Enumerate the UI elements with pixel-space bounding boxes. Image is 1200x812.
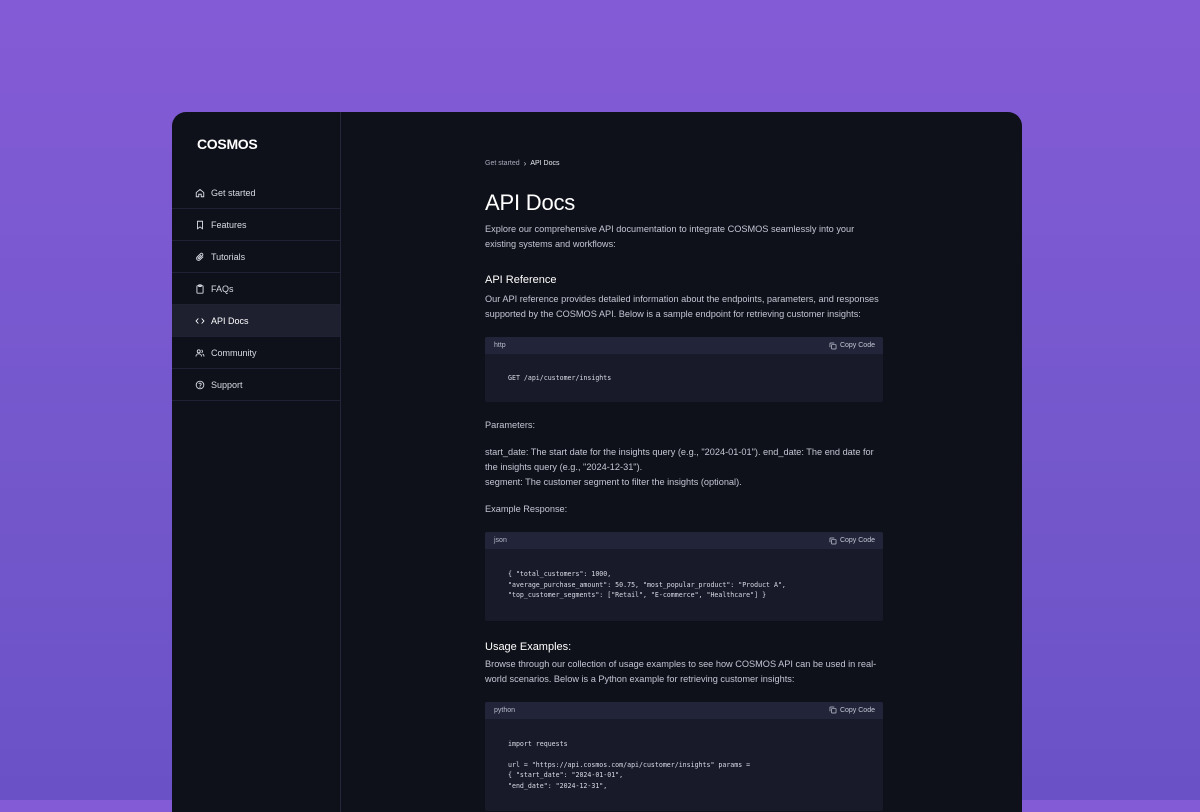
sidebar-item-tutorials[interactable]: Tutorials (172, 241, 340, 273)
code-block-header: http Copy Code (485, 337, 883, 354)
help-circle-icon (195, 380, 205, 390)
code-lang-label: python (494, 706, 516, 714)
breadcrumb-parent[interactable]: Get started (485, 160, 520, 167)
breadcrumb: Get started › API Docs (485, 159, 883, 168)
copy-code-label: Copy Code (839, 706, 875, 714)
copy-code-button[interactable]: Copy Code (829, 342, 875, 350)
code-body[interactable]: GET /api/customer/insights (485, 354, 883, 402)
sidebar-item-features[interactable]: Features (172, 209, 340, 241)
clipboard-icon (195, 283, 205, 294)
code-icon (195, 316, 205, 326)
copy-code-label: Copy Code (839, 537, 875, 544)
home-icon (195, 188, 205, 198)
sidebar-item-community[interactable]: Community (172, 337, 340, 369)
code-lang-label: json (494, 537, 507, 544)
copy-icon (829, 537, 837, 544)
sidebar-item-support[interactable]: Support (172, 369, 340, 401)
sidebar: COSMOS Get started Features Tutorials FA… (172, 112, 341, 812)
parameters-line-2: segment: The customer segment to filter … (485, 477, 742, 487)
sidebar-item-label: API Docs (211, 315, 249, 326)
breadcrumb-current: API Docs (530, 160, 560, 167)
parameters-line-1: start_date: The start date for the insig… (485, 447, 874, 472)
bookmark-icon (195, 220, 205, 230)
copy-code-button[interactable]: Copy Code (829, 537, 875, 545)
copy-code-label: Copy Code (839, 342, 875, 349)
chevron-right-icon: › (523, 159, 527, 168)
sidebar-item-label: Get started (211, 187, 256, 198)
code-block-header: json Copy Code (485, 532, 883, 549)
parameters-label: Parameters: (485, 420, 536, 430)
code-block-json: json Copy Code { "total_customers": 1000… (485, 532, 883, 621)
sidebar-item-api-docs[interactable]: API Docs (172, 305, 340, 337)
sidebar-item-label: Community (211, 347, 257, 358)
code-body[interactable]: { "total_customers": 1000, "average_purc… (485, 549, 883, 621)
code-lang-label: http (494, 342, 506, 349)
sidebar-item-label: Features (211, 219, 247, 230)
api-reference-text: Our API reference provides detailed info… (485, 294, 879, 319)
sidebar-item-faqs[interactable]: FAQs (172, 273, 340, 305)
usage-examples-text: Browse through our collection of usage e… (485, 658, 877, 684)
usage-examples-heading: Usage Examples: (485, 640, 572, 653)
doc-content: Get started › API Docs API Docs Explore … (485, 159, 883, 811)
sidebar-item-label: Support (211, 379, 243, 390)
code-block-python: python Copy Code import requests url = "… (485, 701, 883, 812)
sidebar-item-label: FAQs (211, 283, 234, 294)
copy-code-button[interactable]: Copy Code (829, 706, 875, 714)
sidebar-nav: Get started Features Tutorials FAQs API … (172, 177, 340, 401)
app-window: COSMOS Get started Features Tutorials FA… (172, 112, 1022, 812)
page-title: API Docs (485, 190, 576, 215)
example-response-label: Example Response: (485, 504, 568, 514)
sidebar-item-get-started[interactable]: Get started (172, 177, 340, 209)
code-block-http: http Copy Code GET /api/customer/insight… (485, 337, 883, 402)
users-icon (195, 348, 205, 358)
paperclip-icon (195, 252, 205, 262)
sidebar-item-label: Tutorials (211, 251, 246, 262)
copy-icon (829, 342, 837, 349)
api-reference-heading: API Reference (485, 274, 557, 286)
logo[interactable]: COSMOS (172, 112, 340, 177)
code-block-header: python Copy Code (485, 701, 883, 719)
intro-text: Explore our comprehensive API documentat… (485, 224, 855, 249)
copy-icon (829, 706, 837, 714)
code-body[interactable]: import requests url = "https://api.cosmo… (485, 719, 883, 812)
main-content: Get started › API Docs API Docs Explore … (341, 112, 1022, 812)
